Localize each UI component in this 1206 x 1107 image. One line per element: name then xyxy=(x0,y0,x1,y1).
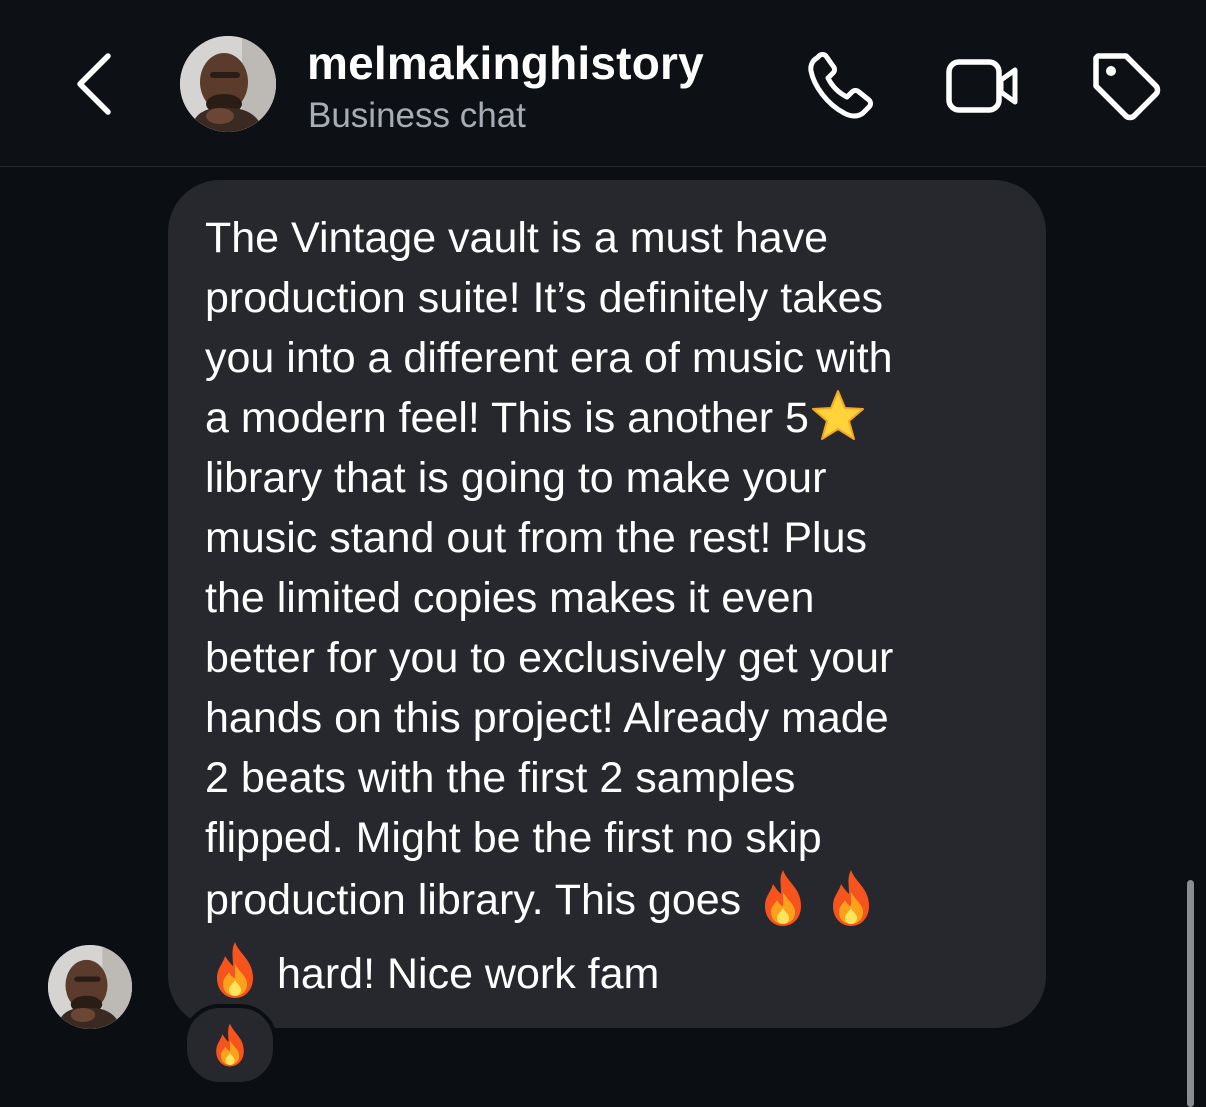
message-line: library that is going to make your xyxy=(205,454,827,502)
fire-emoji xyxy=(217,942,253,998)
chat-header: melmakinghistory Business chat xyxy=(0,0,1206,167)
message-line-with-fire: hard! Nice work fam xyxy=(205,940,1025,1000)
reaction-badge[interactable] xyxy=(183,1004,277,1086)
message-line: the limited copies makes it even xyxy=(205,574,815,622)
tag-button[interactable] xyxy=(1088,48,1164,124)
back-button[interactable] xyxy=(66,48,126,120)
scrollbar-thumb[interactable] xyxy=(1187,880,1194,1107)
profile-photo xyxy=(48,945,132,1029)
message-line: flipped. Might be the first no skip xyxy=(205,814,822,862)
video-call-button[interactable] xyxy=(945,48,1021,124)
video-camera-icon xyxy=(946,59,1018,113)
fire-emoji xyxy=(833,870,870,926)
message-line-text: production library. This goes xyxy=(205,876,742,924)
chat-title[interactable]: melmakinghistory xyxy=(307,36,704,90)
avatar[interactable] xyxy=(180,36,276,132)
tag-icon xyxy=(1093,53,1161,121)
message-line: music stand out from the rest! Plus xyxy=(205,514,867,562)
profile-photo xyxy=(180,36,276,132)
fire-emoji xyxy=(765,870,802,926)
message-line-with-star: a modern feel! This is another 5 xyxy=(205,388,1025,448)
message-line-with-fire: production library. This goes xyxy=(205,868,1025,928)
phone-icon xyxy=(808,52,873,119)
message-line-text: hard! Nice work fam xyxy=(277,950,660,998)
message-line: better for you to exclusively get your xyxy=(205,634,894,682)
chat-subtitle: Business chat xyxy=(308,96,526,135)
message-line-text: a modern feel! This is another 5 xyxy=(205,394,809,442)
chat-screen: melmakinghistory Business chat The Vinta… xyxy=(0,0,1206,1107)
sender-avatar[interactable] xyxy=(48,945,132,1029)
message-line: you into a different era of music with xyxy=(205,334,893,382)
call-button[interactable] xyxy=(803,48,879,124)
chevron-left-icon xyxy=(77,53,111,115)
fire-emoji xyxy=(216,1023,244,1067)
message-line: production suite! It’s definitely takes xyxy=(205,274,884,322)
message-text: The Vintage vault is a must have product… xyxy=(205,208,1025,1000)
message-line: 2 beats with the first 2 samples xyxy=(205,754,796,802)
message-line: hands on this project! Already made xyxy=(205,694,889,742)
star-emoji xyxy=(811,390,864,440)
message-line: The Vintage vault is a must have xyxy=(205,214,829,262)
